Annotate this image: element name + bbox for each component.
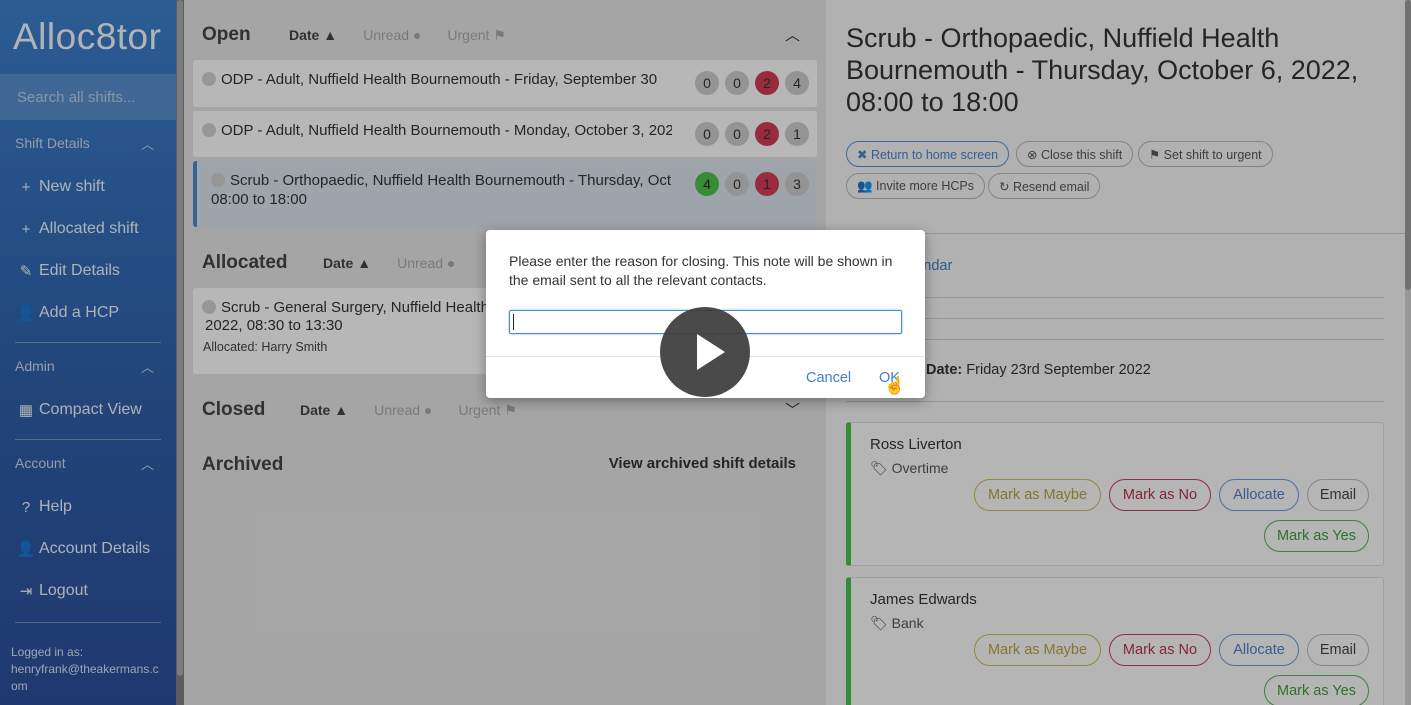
video-play-button[interactable] (660, 307, 750, 397)
dialog-message: Please enter the reason for closing. Thi… (509, 253, 893, 288)
hand-pointer-icon: ☝ (884, 376, 906, 395)
text-caret (513, 314, 514, 330)
play-icon (697, 334, 725, 370)
cancel-button[interactable]: Cancel (806, 370, 851, 386)
